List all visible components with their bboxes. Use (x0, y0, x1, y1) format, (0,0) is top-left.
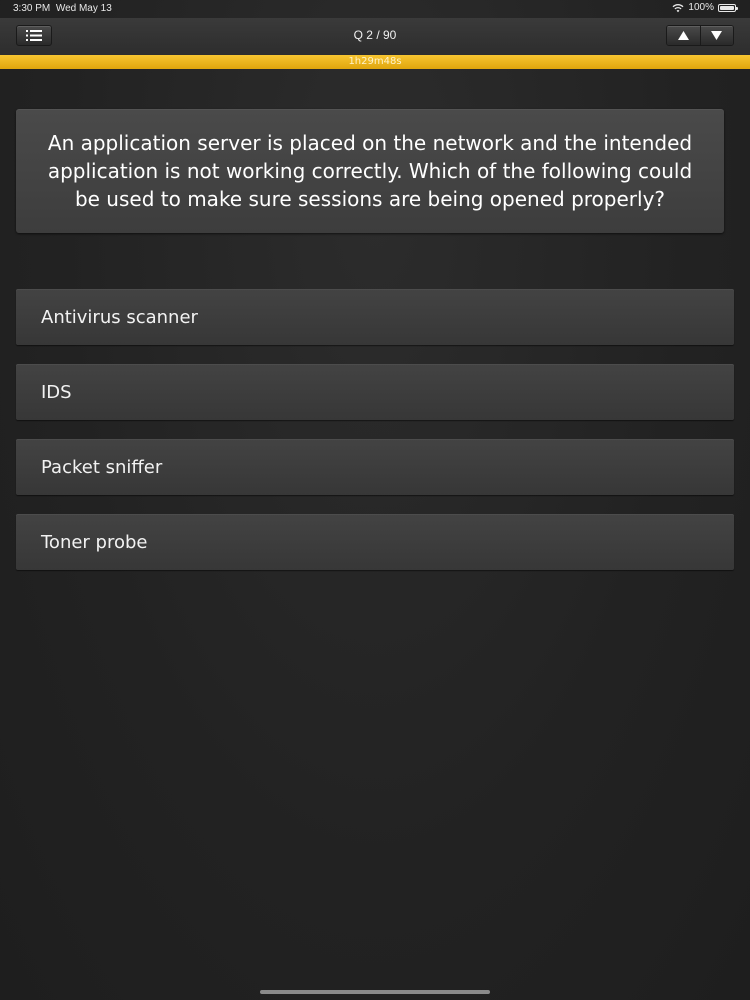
next-question-button[interactable] (699, 26, 733, 45)
arrow-down-icon (711, 31, 723, 40)
home-indicator[interactable] (260, 990, 490, 994)
battery-icon (718, 3, 738, 12)
status-bar: 3:30 PM Wed May 13 100% (0, 0, 750, 18)
status-date-text: Wed May 13 (55, 3, 112, 14)
answer-option[interactable]: Toner probe (16, 514, 734, 570)
question-counter: Q 2 / 90 (353, 28, 397, 42)
timer-text: 1h29m48s (348, 56, 402, 67)
question-text: An application server is placed on the n… (47, 131, 693, 211)
question-card: An application server is placed on the n… (16, 109, 724, 233)
nav-bar: Q 2 / 90 (0, 18, 750, 55)
answer-option[interactable]: IDS (16, 364, 734, 420)
arrow-up-icon (677, 31, 689, 40)
status-time: 3:30 PM Wed May 13 (13, 3, 112, 14)
answer-list: Antivirus scanner IDS Packet sniffer Ton… (16, 289, 734, 589)
wifi-icon (672, 3, 684, 12)
status-right: 100% (672, 2, 738, 13)
quiz-screen: 3:30 PM Wed May 13 100% Q 2 / 90 1h29m48… (0, 0, 750, 1000)
status-time-text: 3:30 PM (13, 3, 51, 14)
answer-option[interactable]: Packet sniffer (16, 439, 734, 495)
question-nav-arrows (666, 25, 734, 46)
answer-option[interactable]: Antivirus scanner (16, 289, 734, 345)
battery-percent: 100% (688, 2, 714, 13)
timer-bar: 1h29m48s (0, 55, 750, 69)
previous-question-button[interactable] (667, 26, 700, 45)
